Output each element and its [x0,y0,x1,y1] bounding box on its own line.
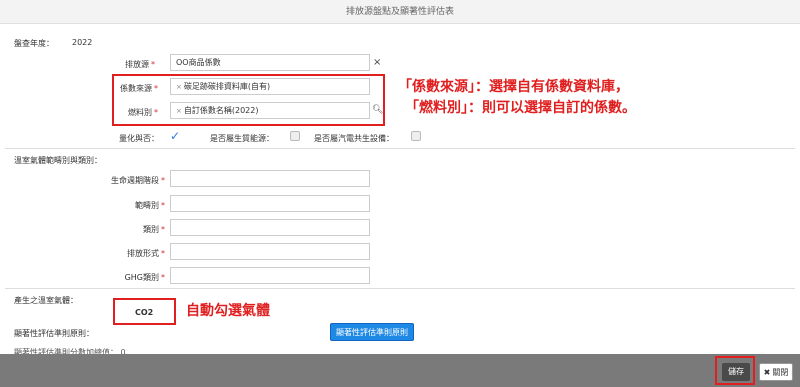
divider [5,148,795,149]
emission-form-select[interactable] [170,243,370,260]
lifecycle-stage-label: 生命週期階段 * [111,176,165,185]
co2-tag[interactable]: CO2 [135,308,153,317]
significance-button[interactable]: 顯著性評估準則原則 [330,323,414,341]
biomass-label: 是否屬生質能源： [210,134,274,143]
inventory-year-label: 盤查年度： [14,39,54,48]
emission-form-label: 排放形式 * [127,249,165,258]
scope-label: 範疇別 * [135,201,165,210]
cogeneration-checkbox[interactable] [411,131,421,141]
annotation-factor-line2: 「燃料別」：則可以選擇自訂的係數。 [405,100,636,116]
close-icon: ✖ [763,368,771,377]
clear-icon[interactable]: × [373,57,381,68]
ghg-type-label: GHG類別 * [124,273,165,282]
cogeneration-label: 是否屬汽電共生設備： [314,134,394,143]
ghg-type-select[interactable] [170,267,370,284]
scope-select[interactable] [170,195,370,212]
quantified-label: 量化與否： [119,134,159,143]
category-label: 類別 * [143,225,165,234]
significance-label: 顯著性評估準則原則： [14,329,94,338]
biomass-checkbox[interactable] [290,131,300,141]
emission-source-select[interactable]: OO商品係數 [170,54,370,71]
annotation-factor-line1: 「係數來源」：選擇自有係數資料庫， [398,79,629,95]
quantified-checkbox[interactable]: ✓ [170,130,180,142]
emission-source-label: 排放源 * [125,60,155,69]
lifecycle-stage-select[interactable] [170,170,370,187]
ghg-section-label: 溫室氣體範疇別與類別： [14,156,102,165]
close-button[interactable]: ✖ 關閉 [759,363,793,381]
inventory-year-value: 2022 [72,38,93,47]
annotation-auto-ghg: 自動勾選氣體 [186,303,270,319]
ghg-produced-label: 產生之溫室氣體： [14,296,78,305]
save-button[interactable]: 儲存 [722,363,750,381]
dialog-title: 排放源盤點及顯著性評估表 [0,0,800,24]
category-select[interactable] [170,219,370,236]
dialog-footer [0,354,800,387]
highlight-box-factor [112,74,385,126]
divider [5,288,795,289]
